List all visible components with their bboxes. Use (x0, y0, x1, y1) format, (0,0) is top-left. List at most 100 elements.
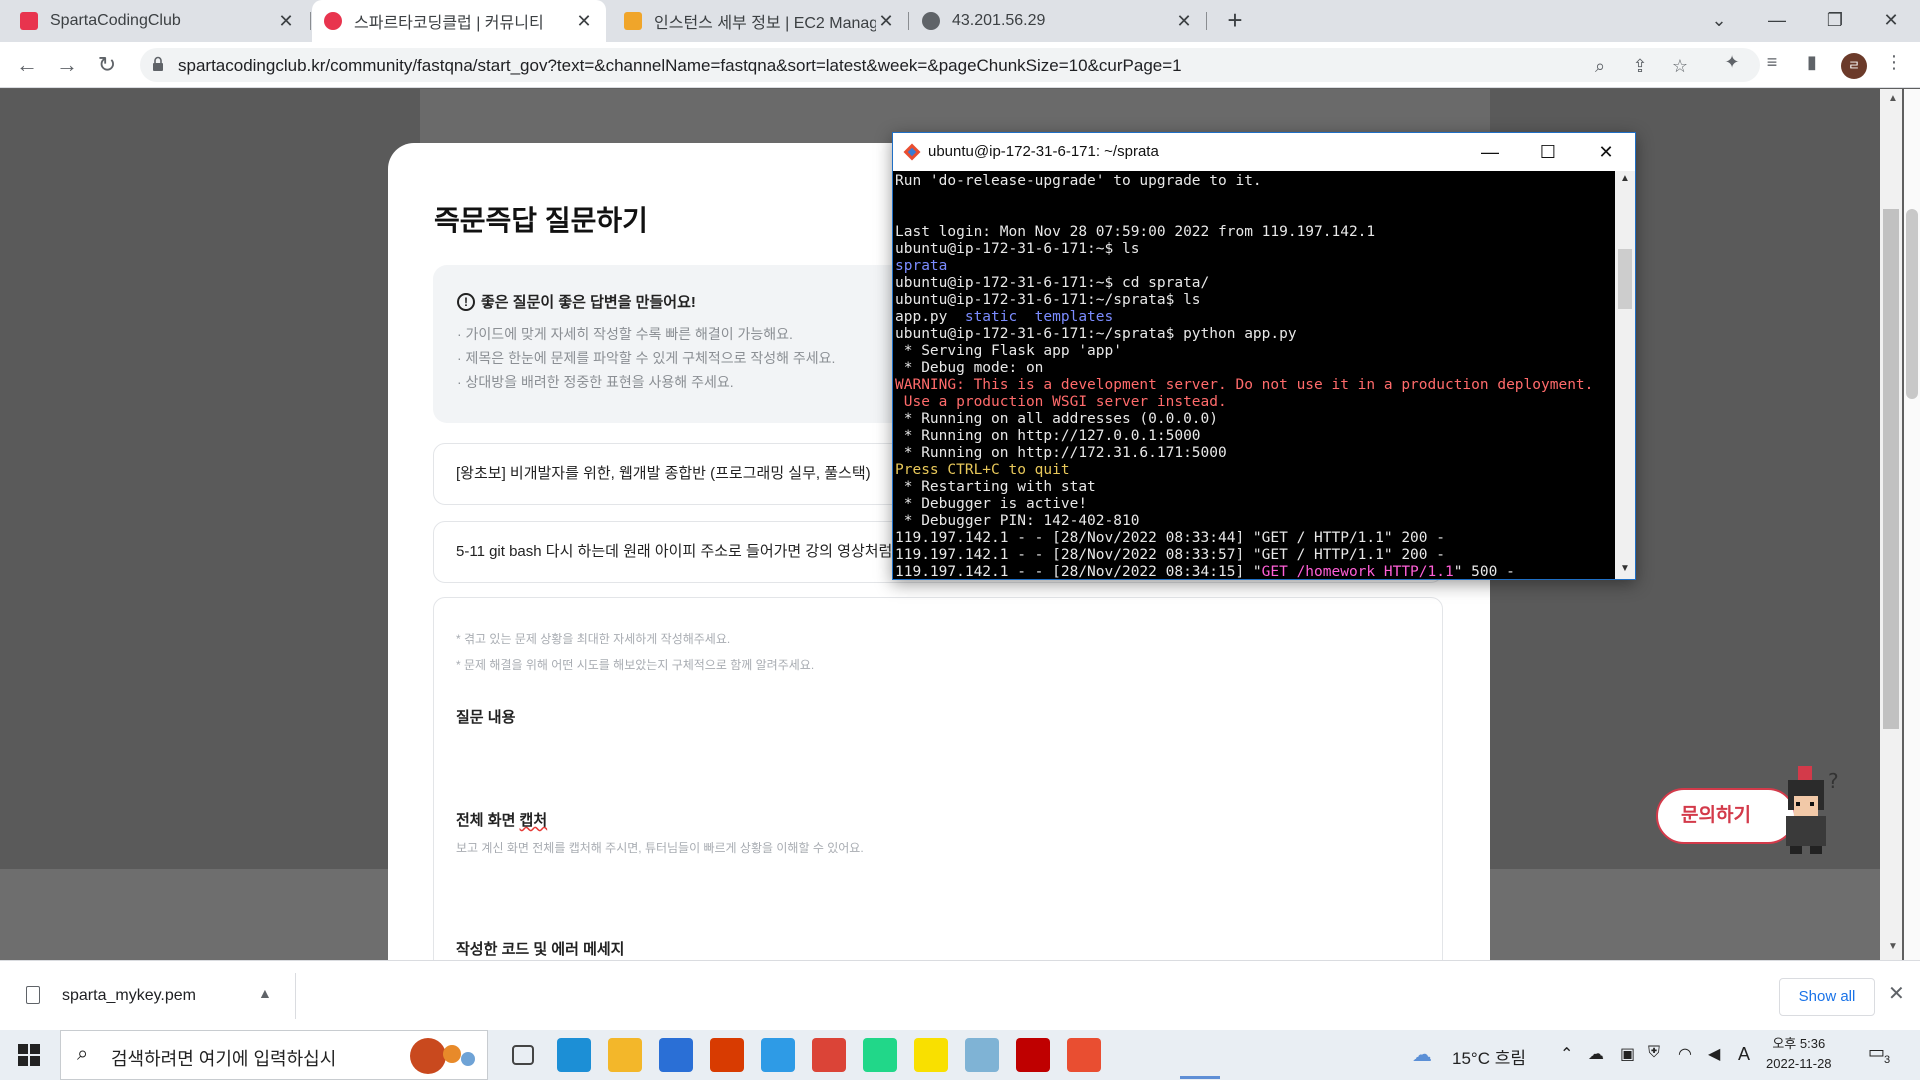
chevron-up-icon[interactable]: ▲ (258, 985, 272, 1001)
section-title-screenshot: 전체 화면 캡처 (456, 812, 548, 829)
sparta-favicon-icon (324, 12, 342, 30)
taskbar-search-box[interactable]: ⌕ 검색하려면 여기에 입력하십시 (60, 1030, 488, 1080)
scroll-down-arrow-icon[interactable]: ▼ (1888, 941, 1898, 952)
wifi-icon[interactable]: ◠ (1678, 1044, 1692, 1064)
terminal-text-segment: 119.197.142.1 - - [28/Nov/2022 08:33:57]… (895, 547, 1445, 563)
terminal-line: ubuntu@ip-172-31-6-171:~$ cd sprata/ (895, 275, 1615, 292)
terminal-scrollbar[interactable]: ▲ ▼ (1615, 171, 1635, 579)
terminal-text-segment: Run 'do-release-upgrade' to upgrade to i… (895, 173, 1262, 189)
terminal-line: * Debugger PIN: 142-402-810 (895, 513, 1615, 530)
terminal-line: * Running on http://172.31.6.171:5000 (895, 445, 1615, 462)
media-control-icon[interactable]: ≡ (1760, 50, 1784, 74)
file-explorer-icon[interactable] (608, 1038, 642, 1072)
clock-date: 2022-11-28 (1766, 1056, 1832, 1071)
internet-explorer-icon[interactable] (761, 1038, 795, 1072)
onedrive-icon[interactable]: ☁ (1588, 1044, 1604, 1064)
url-text[interactable]: spartacodingclub.kr/community/fastqna/st… (178, 56, 1182, 76)
extensions-puzzle-icon[interactable]: ✦ (1720, 50, 1744, 74)
tab-ec2-instance[interactable]: 인스턴스 세부 정보 | EC2 Manag ✕ (612, 0, 908, 42)
restore-window-button[interactable]: ❐ (1806, 0, 1864, 42)
zoom-icon[interactable]: ⌕ (1588, 54, 1612, 78)
mascot-character-icon[interactable]: ? (1776, 766, 1846, 856)
forward-button[interactable]: → (52, 50, 82, 80)
filezilla-icon[interactable] (1016, 1038, 1050, 1072)
git-bash-icon[interactable] (1067, 1038, 1101, 1072)
store-icon[interactable] (659, 1038, 693, 1072)
terminal-text-segment: ubuntu@ip-172-31-6-171:~/sprata$ ls (895, 292, 1201, 308)
pycharm-icon[interactable] (863, 1038, 897, 1072)
chrome-icon[interactable] (812, 1038, 846, 1072)
terminal-line: WARNING: This is a development server. D… (895, 377, 1615, 394)
tab-divider (908, 12, 909, 30)
outer-scrollbar[interactable] (1904, 89, 1920, 960)
lock-icon[interactable] (152, 56, 164, 72)
inquiry-button[interactable]: 문의하기 (1656, 788, 1796, 844)
task-view-icon[interactable] (512, 1045, 534, 1065)
download-item[interactable]: sparta_mykey.pem ▲ (26, 976, 294, 1016)
bookmark-star-icon[interactable]: ☆ (1668, 54, 1692, 78)
search-placeholder[interactable]: 검색하려면 여기에 입력하십시 (111, 1045, 336, 1071)
terminal-text-segment: ubuntu@ip-172-31-6-171:~$ cd sprata/ (895, 275, 1210, 291)
close-tab-icon[interactable]: ✕ (574, 11, 594, 32)
terminal-text-segment: 119.197.142.1 - - [28/Nov/2022 08:34:15]… (895, 564, 1262, 579)
question-editor[interactable]: * 겪고 있는 문제 상황을 최대한 자세하게 작성해주세요. * 문제 해결을… (433, 597, 1443, 960)
terminal-line: Last login: Mon Nov 28 07:59:00 2022 fro… (895, 224, 1615, 241)
office-icon[interactable] (710, 1038, 744, 1072)
ime-indicator[interactable]: A (1738, 1044, 1750, 1065)
terminal-scroll-up-icon[interactable]: ▲ (1620, 173, 1630, 184)
terminal-line: 119.197.142.1 - - [28/Nov/2022 08:34:15]… (895, 564, 1615, 579)
address-bar[interactable]: spartacodingclub.kr/community/fastqna/st… (140, 48, 1760, 82)
terminal-close-button[interactable]: ✕ (1583, 137, 1629, 167)
terminal-text-segment: Use a production WSGI server instead. (895, 394, 1227, 410)
tab-spartacodingclub[interactable]: SpartaCodingClub ✕ (8, 0, 308, 42)
system-clock[interactable]: 오후 5:36 2022-11-28 (1766, 1034, 1832, 1074)
terminal-maximize-button[interactable]: ☐ (1525, 137, 1571, 167)
terminal-titlebar[interactable]: ubuntu@ip-172-31-6-171: ~/sprata — ☐ ✕ (893, 133, 1635, 171)
close-download-bar-icon[interactable]: ✕ (1888, 981, 1905, 1006)
reload-button[interactable]: ↻ (92, 50, 122, 80)
notification-center-icon[interactable]: ▭ (1868, 1042, 1885, 1063)
close-tab-icon[interactable]: ✕ (276, 11, 296, 32)
tab-community[interactable]: 스파르타코딩클럽 | 커뮤니티 ✕ (312, 0, 606, 42)
weather-cloud-icon[interactable]: ☁ (1412, 1042, 1432, 1067)
windows-start-icon[interactable] (18, 1044, 40, 1066)
outer-scrollbar-thumb[interactable] (1906, 209, 1918, 399)
chrome-menu-icon[interactable]: ⋮ (1882, 50, 1906, 74)
search-highlight-planets-icon (410, 1038, 475, 1074)
tab-ip-address[interactable]: 43.201.56.29 ✕ (910, 0, 1206, 42)
scroll-up-arrow-icon[interactable]: ▲ (1888, 93, 1898, 104)
weather-text[interactable]: 15°C 흐림 (1452, 1044, 1526, 1069)
defender-icon[interactable]: ⛨ (1648, 1044, 1660, 1062)
new-tab-button[interactable]: + (1220, 6, 1250, 36)
terminal-line: ubuntu@ip-172-31-6-171:~/sprata$ python … (895, 326, 1615, 343)
kakaotalk-icon[interactable] (914, 1038, 948, 1072)
volume-icon[interactable]: ◀ (1708, 1044, 1720, 1064)
page-scrollbar-thumb[interactable] (1883, 209, 1899, 729)
info-icon: ! (457, 292, 475, 311)
section-title-code: 작성한 코드 및 에러 메세지 (456, 941, 625, 958)
close-tab-icon[interactable]: ✕ (1174, 11, 1194, 32)
terminal-scroll-down-icon[interactable]: ▼ (1620, 563, 1630, 574)
back-button[interactable]: ← (12, 50, 42, 80)
profile-avatar[interactable]: ㄹ (1841, 53, 1867, 79)
page-scrollbar[interactable]: ▲ ▼ (1880, 89, 1902, 960)
share-icon[interactable]: ⇪ (1628, 54, 1652, 78)
terminal-text-segment: Last login: Mon Nov 28 07:59:00 2022 fro… (895, 224, 1376, 240)
edge-icon[interactable] (557, 1038, 591, 1072)
terminal-line: ubuntu@ip-172-31-6-171:~$ ls (895, 241, 1615, 258)
close-tab-icon[interactable]: ✕ (876, 11, 896, 32)
download-filename[interactable]: sparta_mykey.pem (62, 987, 196, 1005)
app-window-icon[interactable] (965, 1038, 999, 1072)
minimize-window-button[interactable]: — (1748, 0, 1806, 42)
tab-search-icon[interactable]: ⌄ (1690, 0, 1748, 42)
close-window-button[interactable]: ✕ (1862, 0, 1920, 42)
show-hidden-icons-chevron-icon[interactable]: ⌃ (1560, 1044, 1573, 1064)
terminal-minimize-button[interactable]: — (1467, 137, 1513, 167)
side-panel-icon[interactable]: ▮ (1800, 50, 1824, 74)
terminal-output[interactable]: Run 'do-release-upgrade' to upgrade to i… (895, 171, 1615, 579)
git-bash-terminal-window[interactable]: ubuntu@ip-172-31-6-171: ~/sprata — ☐ ✕ R… (892, 132, 1636, 580)
device-icon[interactable]: ▣ (1620, 1044, 1635, 1064)
show-all-downloads-button[interactable]: Show all (1779, 978, 1875, 1016)
terminal-scrollbar-thumb[interactable] (1618, 249, 1632, 309)
